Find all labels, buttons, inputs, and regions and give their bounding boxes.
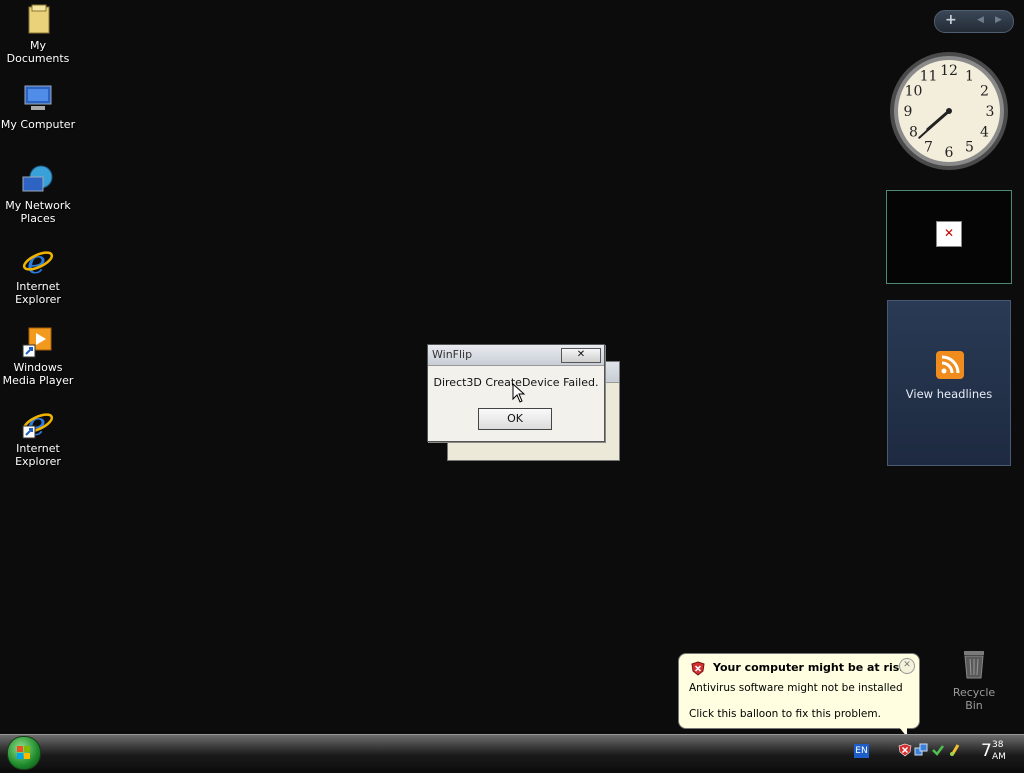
security-shield-icon <box>691 661 705 676</box>
desktop-icon-label: Windows Media Player <box>2 361 74 387</box>
desktop-icon-internet-explorer[interactable]: e Internet Explorer <box>0 243 76 306</box>
folder-icon <box>21 3 55 37</box>
clock-number: 5 <box>965 140 974 156</box>
desktop-icon-label: My Documents <box>6 39 70 65</box>
add-gadget-button[interactable]: + <box>945 12 957 28</box>
security-center-tray-icon[interactable] <box>898 743 912 757</box>
dialog-close-button[interactable]: ✕ <box>561 348 601 363</box>
internet-explorer-icon: e <box>21 405 55 443</box>
clock-number: 11 <box>920 68 938 84</box>
clock-number: 9 <box>904 104 913 120</box>
desktop-icon-label: Internet Explorer <box>15 280 61 306</box>
desktop-icon-label: Recycle Bin <box>952 686 996 712</box>
language-indicator[interactable]: EN <box>854 744 869 758</box>
balloon-close-button[interactable]: ✕ <box>899 658 915 674</box>
prev-page-button[interactable]: ◀ <box>977 15 984 25</box>
computer-icon <box>21 82 55 116</box>
desktop-icon-my-computer[interactable]: My Computer <box>0 82 76 131</box>
safely-remove-tray-icon[interactable] <box>931 743 945 757</box>
clock-number: 10 <box>905 84 923 100</box>
clock-minute: 38 <box>992 740 1004 750</box>
clock-number: 7 <box>924 140 933 156</box>
clock-gadget[interactable]: 12 1 2 3 4 5 6 7 8 9 10 11 <box>888 50 1010 172</box>
view-headlines-link[interactable]: View headlines <box>888 387 1010 401</box>
clock-number: 4 <box>980 125 989 141</box>
desktop-icon-internet-explorer-shortcut[interactable]: e Internet Explorer <box>0 405 76 468</box>
network-icon <box>21 163 55 197</box>
clock-number: 8 <box>909 125 918 141</box>
start-button[interactable] <box>7 736 41 770</box>
clock-number: 2 <box>980 84 989 100</box>
media-player-icon <box>21 325 55 359</box>
rss-icon <box>936 351 964 379</box>
sidebar-controls: + ◀ ▶ <box>934 10 1014 33</box>
svg-text:e: e <box>27 244 46 278</box>
clock-hour: 7 <box>981 741 992 761</box>
clock-face: 12 12 3 45678 9 1011 <box>890 52 1008 170</box>
clock-number: 3 <box>986 104 995 120</box>
desktop-icon-my-network-places[interactable]: My Network Places <box>0 163 76 225</box>
desktop-icon-my-documents[interactable]: My Documents <box>0 3 76 65</box>
clock-number: 6 <box>945 145 954 161</box>
security-alert-balloon[interactable]: Your computer might be at risk Antivirus… <box>678 653 920 737</box>
windows-logo-icon <box>17 746 30 759</box>
dialog-titlebar[interactable]: WinFlip ✕ <box>428 345 604 366</box>
sidebar-tray-icon[interactable] <box>948 743 962 757</box>
recycle-bin-icon <box>964 651 984 679</box>
dialog-title: WinFlip <box>432 348 473 361</box>
balloon-line-1: Antivirus software might not be installe… <box>689 682 903 694</box>
internet-explorer-icon: e <box>21 243 55 281</box>
broken-image-icon: ✕ <box>936 221 962 247</box>
desktop-icon-label: Internet Explorer <box>15 442 61 468</box>
mouse-cursor-icon <box>512 383 526 403</box>
next-page-button[interactable]: ▶ <box>995 15 1002 25</box>
network-tray-icon[interactable] <box>914 743 928 757</box>
feed-headlines-gadget[interactable]: View headlines <box>887 300 1011 466</box>
balloon-line-2: Click this balloon to fix this problem. <box>689 708 881 720</box>
clock-ampm: AM <box>992 752 1006 762</box>
desktop-icon-windows-media-player[interactable]: Windows Media Player <box>0 325 76 387</box>
desktop-icon-label: My Network Places <box>5 199 71 225</box>
balloon-title: Your computer might be at risk <box>713 661 907 674</box>
desktop-icon-recycle-bin[interactable]: Recycle Bin <box>944 648 1004 712</box>
desktop-icon-label: My Computer <box>0 118 76 131</box>
taskbar: EN 7 38 AM <box>0 734 1024 770</box>
ok-button[interactable]: OK <box>478 408 552 430</box>
clock-number: 12 <box>940 63 958 79</box>
slideshow-gadget[interactable]: ✕ <box>886 190 1012 284</box>
clock-number: 1 <box>965 68 974 84</box>
